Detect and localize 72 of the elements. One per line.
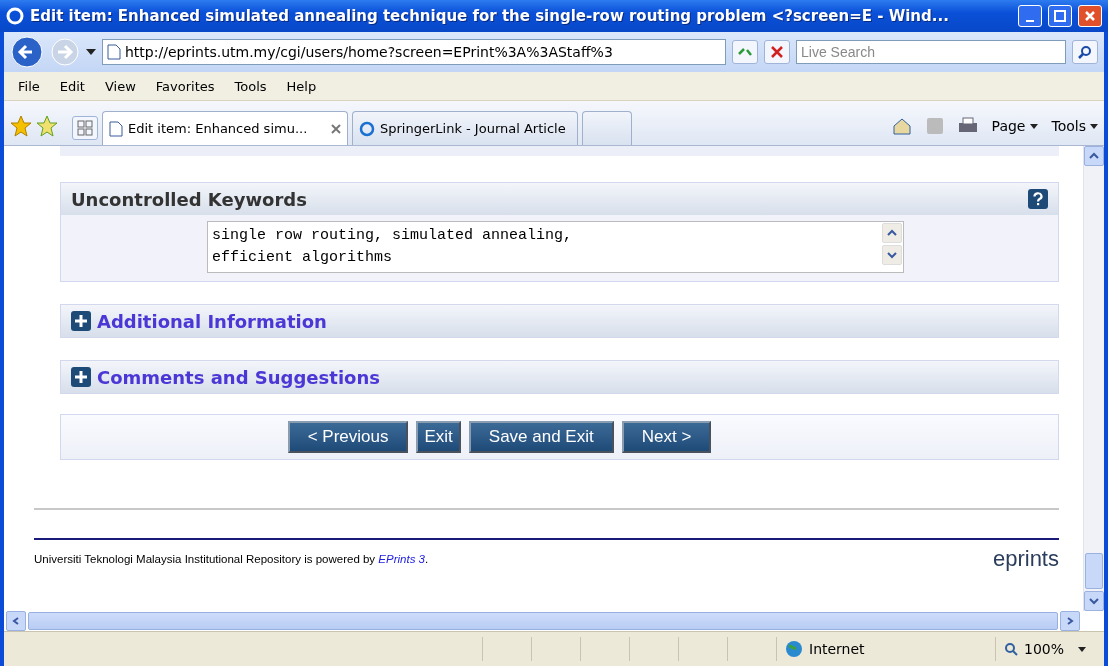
- section-link: Comments and Suggestions: [97, 366, 381, 388]
- dropdown-arrow-icon[interactable]: [1078, 646, 1087, 652]
- scroll-up-button[interactable]: [882, 223, 902, 243]
- close-tab-icon[interactable]: [331, 123, 341, 134]
- search-field[interactable]: Live Search: [796, 40, 1066, 64]
- browser-logo-icon: [359, 120, 375, 137]
- menu-item[interactable]: Favorites: [147, 76, 223, 96]
- browser-logo-icon: [6, 7, 24, 25]
- help-icon[interactable]: [1028, 189, 1048, 209]
- menu-item[interactable]: Tools: [226, 76, 275, 96]
- globe-icon: [785, 640, 803, 658]
- footer-text: Universiti Teknologi Malaysia Institutional Repository is powered by EPrints 3.: [34, 553, 429, 565]
- printer-icon[interactable]: [957, 117, 978, 135]
- scroll-left-button[interactable]: [6, 611, 26, 631]
- home-icon[interactable]: [891, 117, 912, 135]
- search-icon: [1078, 45, 1092, 59]
- scrollbar-thumb[interactable]: [28, 612, 1058, 630]
- stop-icon: [770, 45, 784, 59]
- scroll-down-button[interactable]: [1084, 591, 1104, 611]
- chevron-down-icon: [887, 251, 897, 259]
- chevron-down-icon: [1089, 597, 1099, 605]
- window-title: Edit item: Enhanced simulated annealing technique for the single-row routing problem <?screen=E - Wind...: [30, 7, 950, 25]
- chevron-up-icon: [887, 229, 897, 237]
- zone-text: Internet: [809, 641, 865, 657]
- address-field[interactable]: http://eprints.utm.my/cgi/users/home?screen=EPrint%3A%3AStaff%3: [102, 39, 726, 65]
- zoom-level[interactable]: 100%: [1024, 641, 1065, 657]
- refresh-button[interactable]: [732, 40, 758, 64]
- favorites-star-icon[interactable]: [10, 115, 32, 137]
- menu-item[interactable]: Help: [278, 76, 325, 96]
- chevron-left-icon: [11, 617, 21, 625]
- section-title: Uncontrolled Keywords: [71, 188, 308, 210]
- plus-icon: [71, 367, 91, 387]
- keywords-textarea[interactable]: single row routing, simulated annealing, efficient algorithms: [207, 221, 904, 273]
- zoom-icon[interactable]: [1004, 642, 1018, 656]
- minimize-icon: [1026, 20, 1034, 22]
- form-button[interactable]: Save and Exit: [468, 421, 614, 453]
- tools-menu[interactable]: Tools: [1051, 118, 1086, 134]
- maximize-icon: [1054, 10, 1066, 22]
- form-button[interactable]: < Previous: [287, 421, 409, 453]
- menu-item[interactable]: View: [96, 76, 144, 96]
- search-button[interactable]: [1072, 40, 1098, 64]
- add-favorite-icon[interactable]: [36, 115, 58, 137]
- footer-link[interactable]: EPrints 3: [378, 553, 425, 565]
- menu-item[interactable]: File: [10, 76, 48, 96]
- form-button[interactable]: Exit: [416, 421, 461, 453]
- scroll-right-button[interactable]: [1060, 611, 1080, 631]
- dropdown-arrow-icon[interactable]: [1090, 123, 1098, 129]
- maximize-button[interactable]: [1048, 5, 1072, 27]
- plus-icon: [71, 311, 91, 331]
- chevron-up-icon: [1089, 152, 1099, 160]
- browser-tab[interactable]: Edit item: Enhanced simu...: [102, 111, 348, 145]
- close-button[interactable]: [1078, 5, 1102, 27]
- stop-button[interactable]: [764, 40, 790, 64]
- dropdown-arrow-icon[interactable]: [86, 49, 96, 55]
- browser-tab[interactable]: SpringerLink - Journal Article: [352, 111, 578, 145]
- scroll-up-button[interactable]: [1084, 146, 1104, 166]
- section-link: Additional Information: [97, 310, 328, 332]
- back-button[interactable]: [10, 35, 44, 69]
- scroll-down-button[interactable]: [882, 245, 902, 265]
- quick-tabs-button[interactable]: [72, 116, 98, 140]
- grid-icon: [77, 120, 93, 136]
- logo: eprints: [992, 548, 1059, 570]
- close-icon: [1084, 10, 1096, 22]
- menu-item[interactable]: Edit: [51, 76, 93, 96]
- page-icon: [109, 120, 123, 137]
- minimize-button[interactable]: [1018, 5, 1042, 27]
- dropdown-arrow-icon[interactable]: [1029, 123, 1038, 129]
- form-button[interactable]: Next >: [621, 421, 712, 453]
- page-icon: [107, 44, 121, 60]
- page-menu[interactable]: Page: [991, 118, 1026, 134]
- scrollbar-thumb[interactable]: [1085, 553, 1103, 589]
- chevron-right-icon: [1065, 617, 1075, 625]
